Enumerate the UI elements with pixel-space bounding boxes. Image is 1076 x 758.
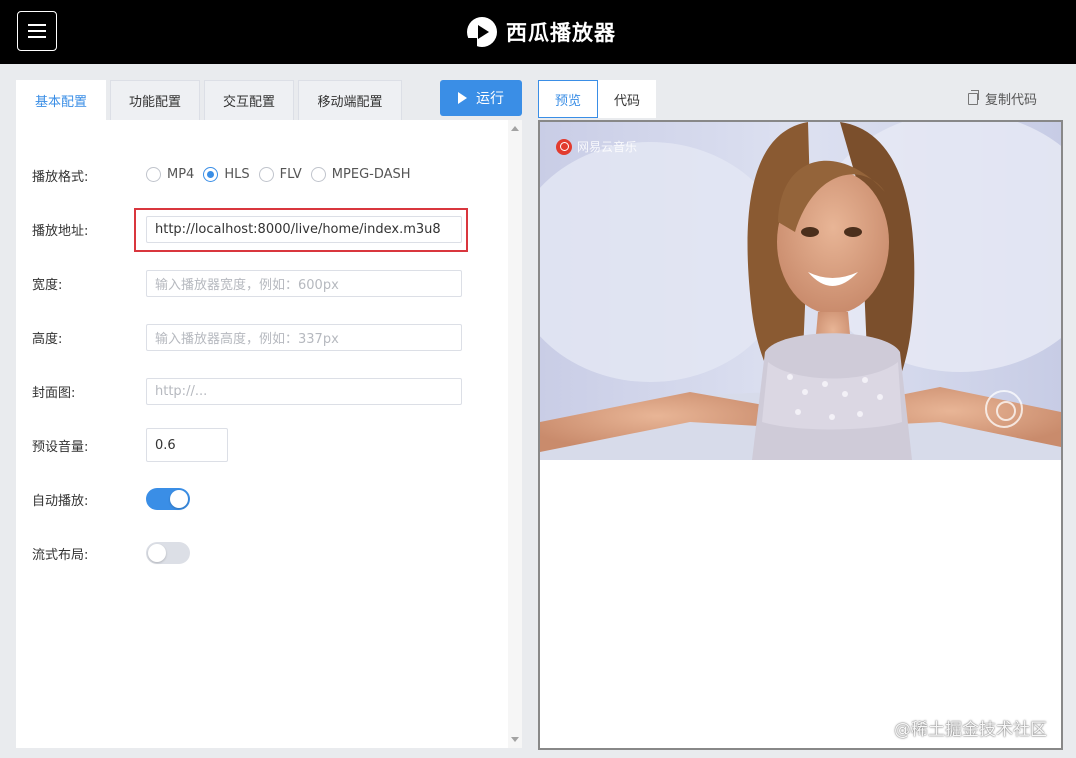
- hamburger-icon: [28, 24, 46, 26]
- fluid-label: 流式布局:: [32, 548, 89, 563]
- format-label: 播放格式:: [32, 170, 89, 185]
- cbs-eye-logo-icon: [985, 390, 1023, 428]
- copy-icon: [968, 89, 979, 105]
- config-form-panel: 播放格式: MP4 HLS FLV MPEG-DASH 播放地址: http:/…: [16, 120, 522, 748]
- tab-feature-config[interactable]: 功能配置: [110, 80, 200, 120]
- tab-interaction-config[interactable]: 交互配置: [204, 80, 294, 120]
- preview-panel: 网易云音乐: [538, 120, 1063, 750]
- radio-mpeg-dash[interactable]: MPEG-DASH: [310, 167, 411, 182]
- format-radio-group: MP4 HLS FLV MPEG-DASH: [146, 167, 420, 182]
- play-icon: [458, 92, 467, 104]
- radio-flv[interactable]: FLV: [258, 167, 302, 182]
- scrollbar[interactable]: [508, 120, 522, 748]
- poster-label: 封面图:: [32, 386, 76, 401]
- autoplay-switch[interactable]: [146, 488, 190, 510]
- radio-mp4[interactable]: MP4: [146, 167, 194, 182]
- width-input[interactable]: 输入播放器宽度，例如：600px: [146, 270, 462, 297]
- height-label: 高度:: [32, 332, 63, 347]
- tab-preview[interactable]: 预览: [538, 80, 598, 118]
- url-label: 播放地址:: [32, 224, 89, 239]
- poster-input[interactable]: http://...: [146, 378, 462, 405]
- video-watermark: 网易云音乐: [556, 138, 637, 155]
- copy-code-button[interactable]: 复制代码: [968, 89, 1037, 108]
- radio-hls[interactable]: HLS: [203, 167, 250, 182]
- url-highlight-box: [134, 208, 468, 252]
- tab-code[interactable]: 代码: [598, 80, 656, 118]
- menu-button[interactable]: [17, 11, 57, 51]
- tab-basic-config[interactable]: 基本配置: [16, 80, 106, 120]
- site-watermark: @稀土掘金技术社区: [894, 720, 1047, 740]
- brand: 西瓜播放器: [466, 14, 616, 50]
- autoplay-label: 自动播放:: [32, 494, 89, 509]
- netease-music-icon: [556, 138, 572, 155]
- video-frame: [540, 122, 1061, 460]
- volume-input[interactable]: 0.6: [146, 428, 228, 462]
- app-header: 西瓜播放器: [0, 0, 1076, 64]
- volume-label: 预设音量:: [32, 440, 89, 455]
- watermelon-logo-icon: [467, 17, 497, 47]
- run-button[interactable]: 运行: [440, 80, 522, 116]
- scroll-up-icon[interactable]: [511, 126, 519, 131]
- tab-mobile-config[interactable]: 移动端配置: [298, 80, 402, 120]
- app-title: 西瓜播放器: [506, 21, 616, 45]
- video-player[interactable]: 网易云音乐: [540, 122, 1061, 460]
- width-label: 宽度:: [32, 278, 63, 293]
- fluid-switch[interactable]: [146, 542, 190, 564]
- height-input[interactable]: 输入播放器高度，例如：337px: [146, 324, 462, 351]
- scroll-down-icon[interactable]: [511, 737, 519, 742]
